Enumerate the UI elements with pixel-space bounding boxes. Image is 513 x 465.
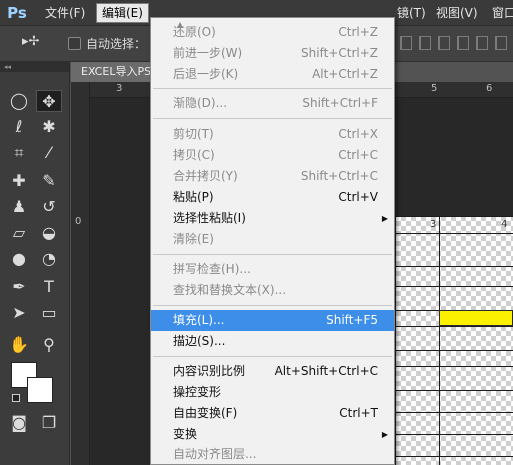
align-buttons xyxy=(400,36,507,50)
menu-item-paste-special[interactable]: 选择性粘贴(I) ▶ xyxy=(151,208,394,229)
marquee-tool-icon[interactable]: ◯ xyxy=(6,90,32,112)
document-tab[interactable]: EXCEL导入PS xyxy=(71,62,153,82)
menu-separator xyxy=(153,118,392,119)
menu-item-cut[interactable]: 剪切(T) Ctrl+X xyxy=(151,124,394,145)
healing-brush-tool-icon[interactable]: ✚ xyxy=(6,170,32,192)
blur-tool-icon[interactable]: ● xyxy=(6,248,32,270)
menu-separator xyxy=(153,88,392,89)
tools-panel: ◂◂ ◯ ✥ ℓ ✱ ⌗ ⁄ ✚ ✎ ♟ ↺ ▱ ◒ ● ◔ ✒ T ➤ ▭ ✋… xyxy=(0,62,70,465)
tools-panel-header[interactable]: ◂◂ xyxy=(0,62,69,72)
pen-tool-icon[interactable]: ✒ xyxy=(6,276,32,298)
rectangle-tool-icon[interactable]: ▭ xyxy=(36,302,62,324)
column-number: 3 xyxy=(430,219,437,230)
submenu-arrow-icon: ▶ xyxy=(381,430,388,439)
align-left-icon[interactable] xyxy=(400,36,412,50)
menu-item-step-forward[interactable]: 前进一步(W) Shift+Ctrl+Z xyxy=(151,43,394,64)
background-color-swatch[interactable] xyxy=(27,377,53,403)
menu-item-undo[interactable]: 还原(O) Ctrl+Z xyxy=(151,22,394,43)
menu-edit[interactable]: 编辑(E) xyxy=(96,3,149,23)
eyedropper-tool-icon[interactable]: ⁄ xyxy=(36,142,62,164)
menu-item-stroke[interactable]: 描边(S)... xyxy=(151,331,394,352)
ruler-label: 5 xyxy=(431,83,438,94)
paint-bucket-tool-icon[interactable]: ◒ xyxy=(36,222,62,244)
ruler-label: 0 xyxy=(75,216,82,227)
menu-item-auto-align-layers[interactable]: 自动对齐图层... xyxy=(151,444,394,465)
vertical-ruler: 0 xyxy=(71,82,90,465)
menu-separator xyxy=(153,356,392,357)
type-tool-icon[interactable]: T xyxy=(36,276,62,298)
move-tool-icon[interactable]: ✥ xyxy=(36,90,62,112)
photoshop-logo: Ps xyxy=(7,4,27,22)
clone-stamp-tool-icon[interactable]: ♟ xyxy=(6,196,32,218)
column-number: 4 xyxy=(501,219,508,230)
menu-item-clear[interactable]: 清除(E) xyxy=(151,229,394,250)
menu-item-free-transform[interactable]: 自由变换(F) Ctrl+T xyxy=(151,403,394,424)
dodge-tool-icon[interactable]: ◔ xyxy=(36,248,62,270)
ruler-label: 3 xyxy=(116,83,123,94)
yellow-filled-cell xyxy=(439,310,513,326)
ruler-label: 6 xyxy=(486,83,493,94)
align-bottom-icon[interactable] xyxy=(495,36,507,50)
menu-filter[interactable]: 镜(T) xyxy=(392,4,431,22)
align-middle-icon[interactable] xyxy=(476,36,488,50)
history-brush-tool-icon[interactable]: ↺ xyxy=(36,196,62,218)
menu-item-step-backward[interactable]: 后退一步(K) Alt+Ctrl+Z xyxy=(151,64,394,85)
menu-window[interactable]: 窗口 xyxy=(487,4,513,22)
path-selection-tool-icon[interactable]: ➤ xyxy=(6,302,32,324)
lasso-tool-icon[interactable]: ℓ xyxy=(6,116,32,138)
brush-tool-icon[interactable]: ✎ xyxy=(36,170,62,192)
menu-item-paste[interactable]: 粘贴(P) Ctrl+V xyxy=(151,187,394,208)
quick-mask-icon[interactable]: ◙ xyxy=(6,412,32,434)
menu-item-copy[interactable]: 拷贝(C) Ctrl+C xyxy=(151,145,394,166)
menu-file[interactable]: 文件(F) xyxy=(40,4,90,22)
align-top-icon[interactable] xyxy=(457,36,469,50)
menu-item-transform[interactable]: 变换 ▶ xyxy=(151,424,394,445)
menu-item-fade[interactable]: 渐隐(D)... Shift+Ctrl+F xyxy=(151,93,394,114)
hand-tool-icon[interactable]: ✋ xyxy=(6,334,32,356)
align-center-icon[interactable] xyxy=(419,36,431,50)
menu-item-puppet-warp[interactable]: 操控变形 xyxy=(151,382,394,403)
menu-item-content-aware-scale[interactable]: 内容识别比例 Alt+Shift+Ctrl+C xyxy=(151,361,394,382)
magic-wand-tool-icon[interactable]: ✱ xyxy=(36,116,62,138)
menu-item-find-replace[interactable]: 查找和替换文本(X)... xyxy=(151,280,394,301)
menu-separator xyxy=(153,254,392,255)
menu-item-spell-check[interactable]: 拼写检查(H)... xyxy=(151,259,394,280)
align-right-icon[interactable] xyxy=(438,36,450,50)
submenu-arrow-icon: ▶ xyxy=(381,214,388,223)
move-tool-preset-icon[interactable]: ▸✢ xyxy=(22,34,39,49)
menu-separator xyxy=(153,305,392,306)
default-colors-icon[interactable] xyxy=(12,394,20,402)
spreadsheet-image[interactable]: 3 4 xyxy=(395,216,513,465)
edit-menu-dropdown: ▲ 还原(O) Ctrl+Z 前进一步(W) Shift+Ctrl+Z 后退一步… xyxy=(150,17,395,465)
crop-tool-icon[interactable]: ⌗ xyxy=(6,142,32,164)
eraser-tool-icon[interactable]: ▱ xyxy=(6,222,32,244)
auto-select-checkbox[interactable] xyxy=(68,37,81,50)
screen-mode-icon[interactable]: ❐ xyxy=(36,412,62,434)
zoom-tool-icon[interactable]: ⚲ xyxy=(36,334,62,356)
menu-item-fill[interactable]: 填充(L)... Shift+F5 xyxy=(151,310,394,331)
menu-item-copy-merged[interactable]: 合并拷贝(Y) Shift+Ctrl+C xyxy=(151,166,394,187)
menu-view[interactable]: 视图(V) xyxy=(431,4,483,22)
auto-select-label: 自动选择： xyxy=(86,37,147,51)
